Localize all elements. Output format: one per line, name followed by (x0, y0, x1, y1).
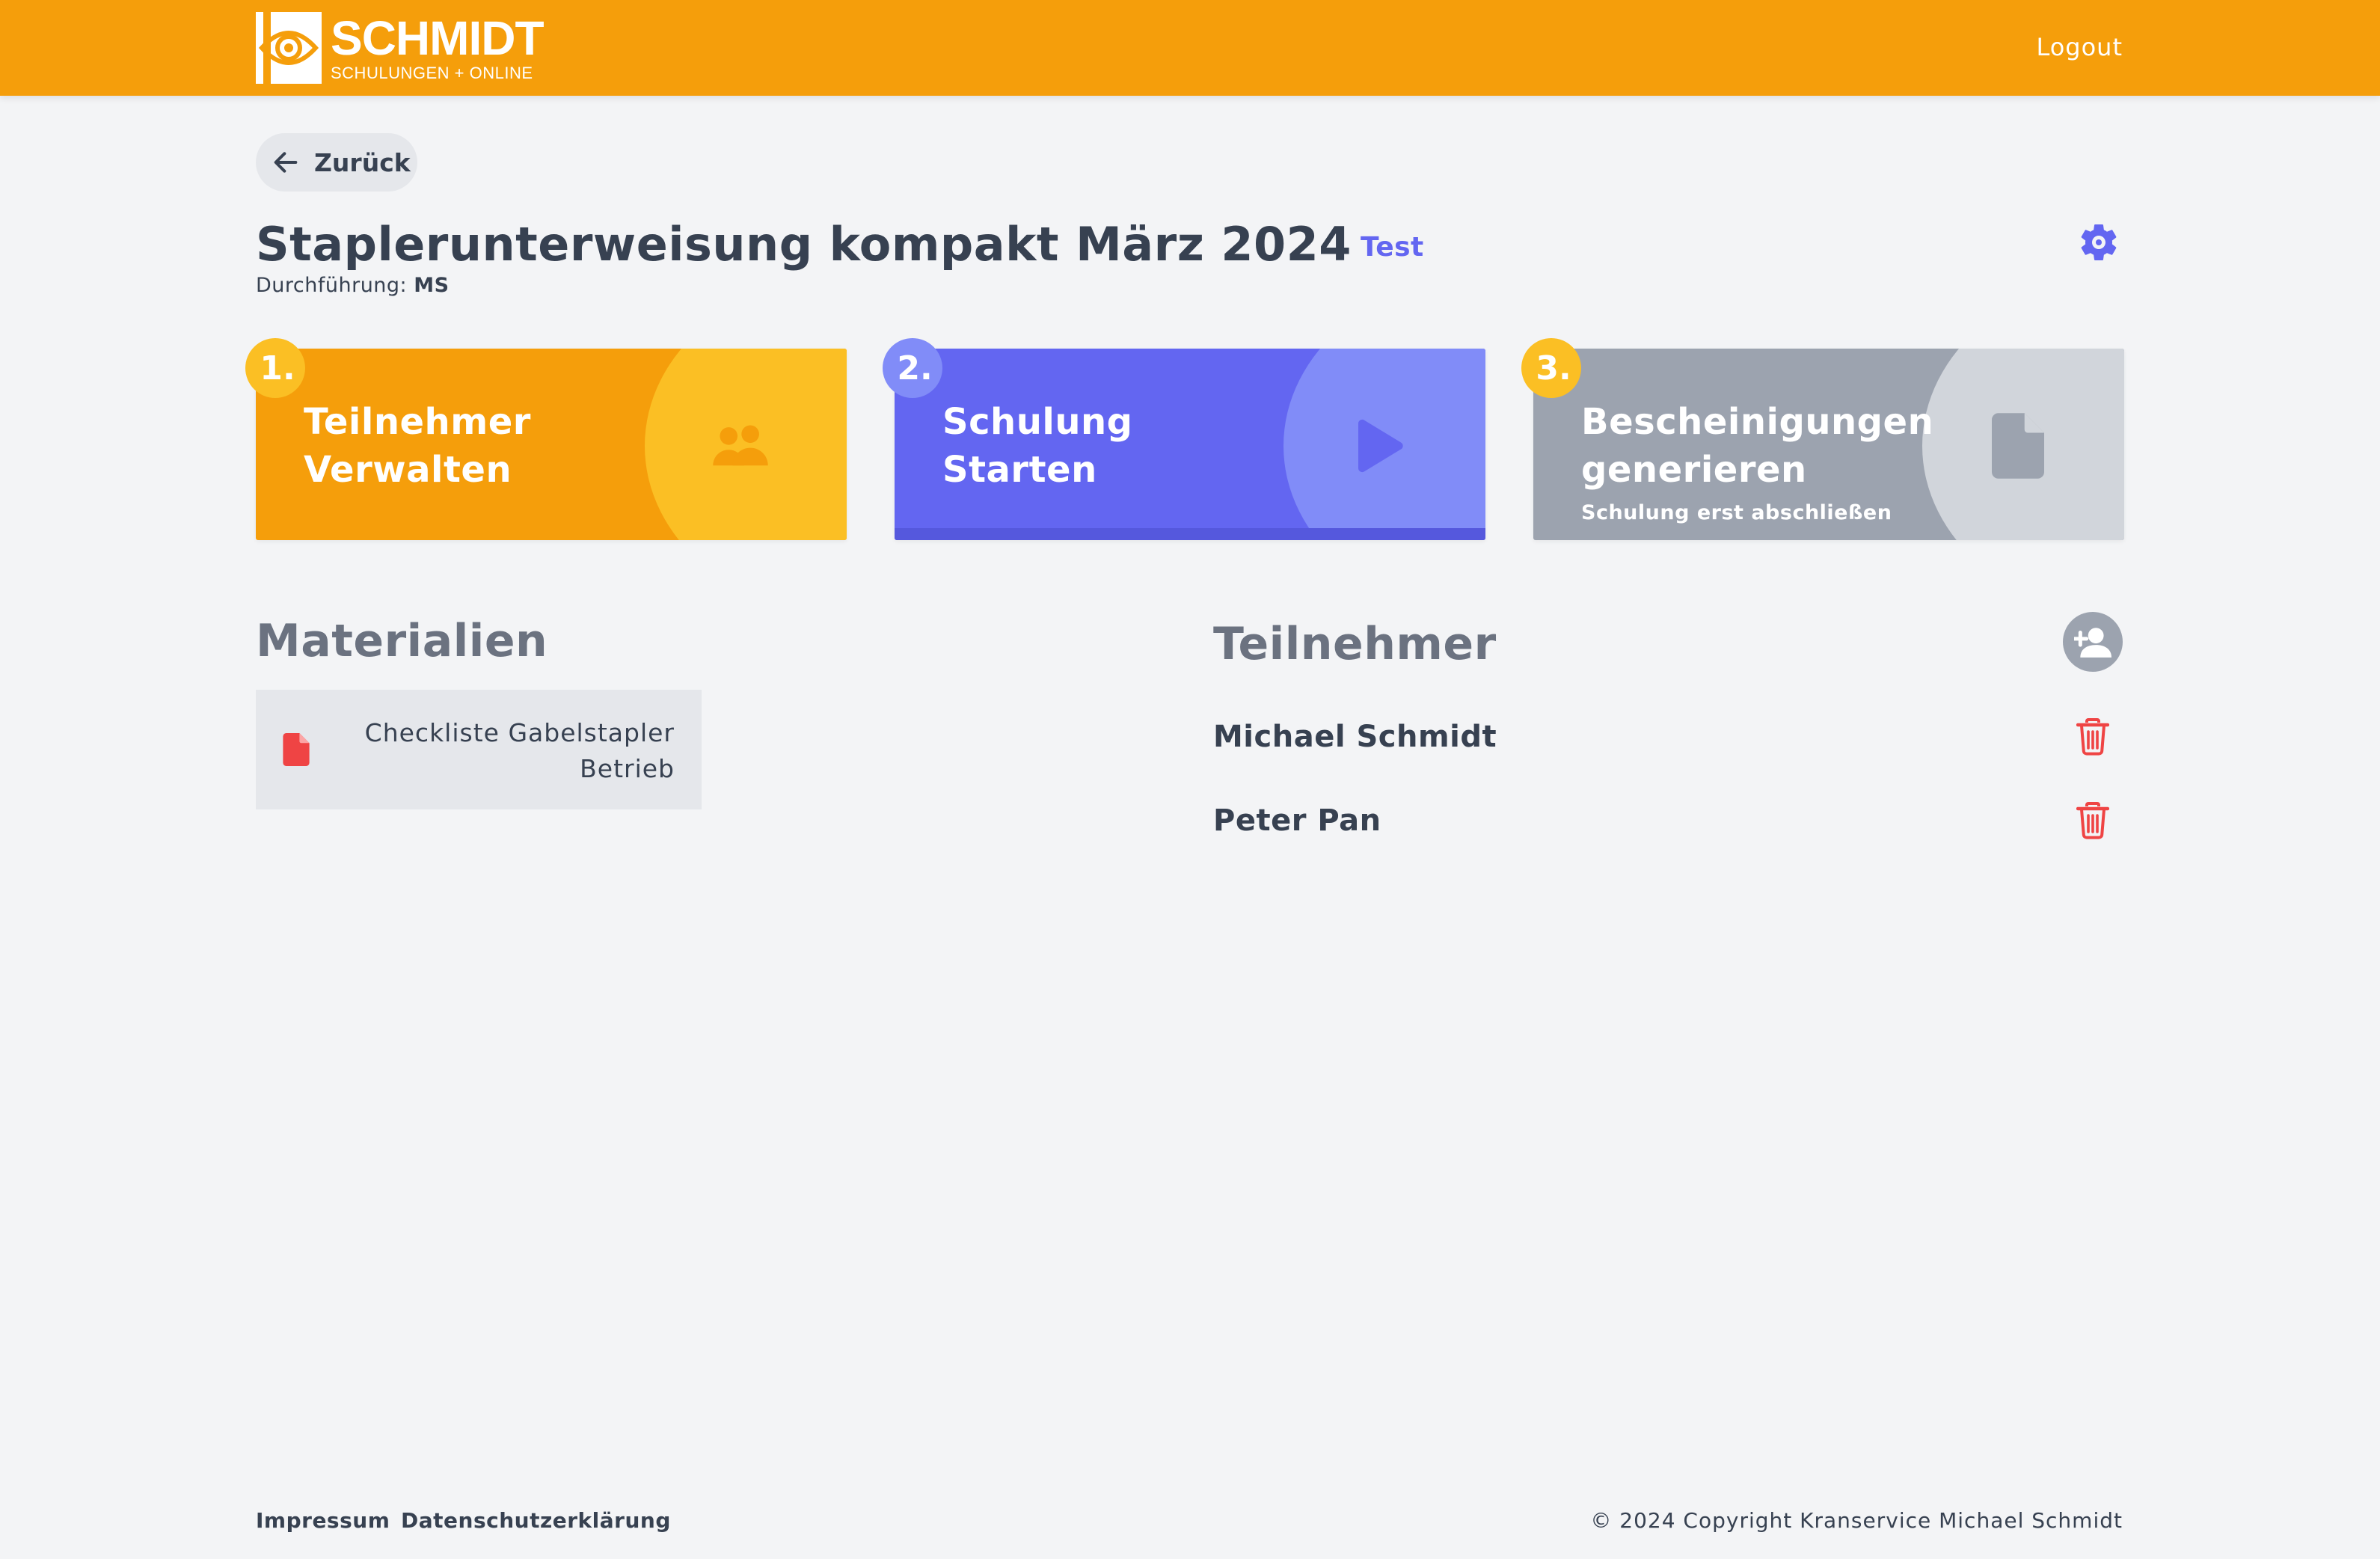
trash-icon (2076, 802, 2110, 839)
step-3-line2: generieren (1581, 449, 1807, 491)
back-button[interactable]: Zurück (256, 133, 417, 192)
top-navbar: SCHMIDT SCHULUNGEN + ONLINE Logout (0, 0, 2380, 96)
material-item[interactable]: Checkliste Gabelstapler Betrieb (256, 690, 702, 809)
training-title: Staplerunterweisung kompakt März 2024 (256, 217, 1352, 272)
users-icon (709, 414, 772, 477)
step-2-badge: 2. (883, 338, 942, 398)
performer-value: MS (414, 274, 450, 297)
step-1-line2: Verwalten (304, 449, 512, 491)
document-icon (1987, 413, 2049, 479)
step-3-badge: 3. (1521, 338, 1581, 398)
step-2-line2: Starten (942, 449, 1097, 491)
step-1-badge: 1. (245, 338, 305, 398)
play-icon (1348, 414, 1411, 477)
step-3-hint: Schulung erst abschließen (1581, 501, 1892, 524)
step-2-line1: Schulung (942, 401, 1133, 443)
trash-icon (2076, 718, 2110, 756)
page-title: Staplerunterweisung kompakt März 2024 Tes… (256, 217, 1424, 272)
eye-logo-icon (256, 12, 322, 84)
gear-icon (2081, 224, 2117, 260)
privacy-link[interactable]: Datenschutzerklärung (401, 1508, 671, 1533)
training-tag: Test (1360, 232, 1424, 263)
progress-bar (895, 528, 1485, 540)
step-card-manage-participants[interactable]: Teilnehmer Verwalten (256, 349, 847, 540)
arrow-left-icon (274, 152, 298, 173)
step-card-start-training[interactable]: Schulung Starten (895, 349, 1485, 540)
participants-heading: Teilnehmer (1213, 618, 1497, 670)
logout-link[interactable]: Logout (2036, 33, 2123, 61)
participant-name: Peter Pan (1213, 803, 1381, 838)
performer-label: Durchführung: (256, 274, 408, 297)
materials-heading: Materialien (256, 615, 548, 667)
step-3-line1: Bescheinigungen (1581, 401, 1934, 443)
logo-name: SCHMIDT (331, 11, 545, 65)
copyright-text: © 2024 Copyright Kranservice Michael Sch… (1590, 1508, 2123, 1533)
step-card-generate-certificates[interactable]: Bescheinigungen generieren Schulung erst… (1533, 349, 2124, 540)
file-icon (283, 733, 310, 766)
logo-subtitle: SCHULUNGEN + ONLINE (331, 64, 533, 82)
delete-participant-button[interactable] (2076, 718, 2110, 756)
participant-name: Michael Schmidt (1213, 720, 1497, 754)
material-name: Checkliste Gabelstapler Betrieb (364, 718, 675, 783)
logo[interactable]: SCHMIDT SCHULUNGEN + ONLINE (256, 11, 545, 84)
add-participant-button[interactable] (2063, 612, 2123, 672)
impressum-link[interactable]: Impressum (256, 1508, 390, 1533)
back-button-label: Zurück (314, 147, 411, 177)
add-user-icon (2074, 628, 2111, 658)
delete-participant-button[interactable] (2076, 802, 2110, 839)
performer-info: Durchführung: MS (256, 274, 450, 297)
step-1-line1: Teilnehmer (304, 401, 531, 443)
settings-button[interactable] (2076, 220, 2121, 265)
